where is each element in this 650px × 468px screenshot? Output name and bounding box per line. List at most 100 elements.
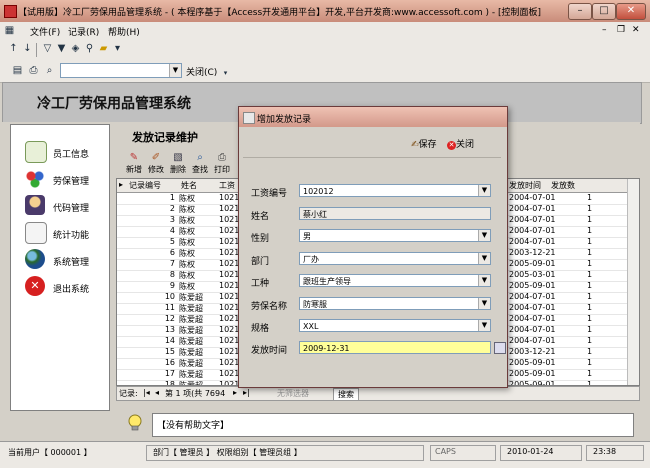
cell-issue-date[interactable]: 2005-09-01 <box>509 281 556 290</box>
record-position[interactable]: 第 1 项(共 7694 <box>165 388 225 399</box>
chevron-down-icon[interactable]: ▼ <box>478 298 490 309</box>
item-name-field[interactable]: 防寒服 ▼ <box>299 297 491 310</box>
filter-icon[interactable]: ▽ <box>42 43 53 55</box>
cell-issue-qty[interactable]: 1 <box>587 237 592 246</box>
cell-record-id[interactable]: 12 <box>129 314 175 323</box>
cell-name[interactable]: 陈权 <box>179 226 195 237</box>
cell-issue-qty[interactable]: 1 <box>587 314 592 323</box>
cell-name[interactable]: 陈权 <box>179 215 195 226</box>
cell-issue-date[interactable]: 2004-07-01 <box>509 193 556 202</box>
cell-record-id[interactable]: 15 <box>129 347 175 356</box>
sidebar-item-statistics[interactable]: 统计功能 <box>11 220 109 246</box>
cell-issue-qty[interactable]: 1 <box>587 270 592 279</box>
cell-record-id[interactable]: 4 <box>129 226 175 235</box>
column-header-wage-code[interactable]: 工资 <box>219 180 235 191</box>
print-button[interactable]: ⎙ 打印 <box>212 152 232 176</box>
gender-field[interactable]: 男 ▼ <box>299 229 491 242</box>
sort-desc-icon[interactable]: ↓ <box>22 43 33 55</box>
cell-record-id[interactable]: 11 <box>129 303 175 312</box>
apply-filter-icon[interactable]: ◈ <box>70 43 81 55</box>
cell-name[interactable]: 陈爱超 <box>179 358 203 369</box>
dialog-save-button[interactable]: ✍保存 <box>411 137 437 150</box>
cell-issue-qty[interactable]: 1 <box>587 281 592 290</box>
open-folder-icon[interactable]: ▰ <box>98 43 109 55</box>
cell-issue-date[interactable]: 2004-07-01 <box>509 336 556 345</box>
cell-name[interactable]: 陈爱超 <box>179 325 203 336</box>
cell-name[interactable]: 陈权 <box>179 248 195 259</box>
chevron-down-icon[interactable]: ▼ <box>478 230 490 241</box>
column-header-name[interactable]: 姓名 <box>181 180 197 191</box>
chevron-down-icon[interactable]: ▼ <box>478 275 490 286</box>
cell-record-id[interactable]: 17 <box>129 369 175 378</box>
cell-name[interactable]: 陈权 <box>179 281 195 292</box>
cell-issue-qty[interactable]: 1 <box>587 292 592 301</box>
calendar-icon[interactable] <box>494 342 506 354</box>
cell-issue-date[interactable]: 2003-12-21 <box>509 248 556 257</box>
window-title-bar[interactable]: 【试用版】冷工厂劳保用品管理系统 - ( 本程序基于【Access开发通用平台】… <box>0 0 650 23</box>
close-window-button[interactable]: ✕ <box>616 3 646 20</box>
cell-issue-date[interactable]: 2004-07-01 <box>509 226 556 235</box>
maximize-button[interactable]: □ <box>592 3 616 20</box>
next-record-icon[interactable]: ▸ <box>233 388 237 397</box>
toolbar-close-button[interactable]: 关闭(C) <box>186 65 217 78</box>
cell-issue-date[interactable]: 2005-09-01 <box>509 369 556 378</box>
sidebar-item-exit[interactable]: ✕ 退出系统 <box>11 274 109 300</box>
cell-issue-date[interactable]: 2005-03-01 <box>509 270 556 279</box>
cell-record-id[interactable]: 3 <box>129 215 175 224</box>
cell-issue-date[interactable]: 2004-07-01 <box>509 292 556 301</box>
cell-record-id[interactable]: 9 <box>129 281 175 290</box>
print-preview-icon[interactable]: ⎙ <box>28 65 39 77</box>
chevron-down-icon[interactable]: ▼ <box>478 320 490 331</box>
cell-name[interactable]: 陈爱超 <box>179 336 203 347</box>
wage-no-field[interactable]: 102012 ▼ <box>299 184 491 197</box>
cell-name[interactable]: 陈爱超 <box>179 347 203 358</box>
cell-record-id[interactable]: 10 <box>129 292 175 301</box>
cell-record-id[interactable]: 5 <box>129 237 175 246</box>
cell-record-id[interactable]: 13 <box>129 325 175 334</box>
cell-issue-qty[interactable]: 1 <box>587 358 592 367</box>
edit-button[interactable]: ✐ 修改 <box>146 152 166 176</box>
cell-record-id[interactable]: 16 <box>129 358 175 367</box>
chevron-down-icon[interactable]: ▼ <box>169 64 181 77</box>
menu-file[interactable]: 文件(F) <box>30 25 60 38</box>
cell-issue-date[interactable]: 2004-07-01 <box>509 204 556 213</box>
cell-issue-date[interactable]: 2004-07-01 <box>509 237 556 246</box>
cell-issue-qty[interactable]: 1 <box>587 204 592 213</box>
prev-record-icon[interactable]: ◂ <box>155 388 159 397</box>
cell-name[interactable]: 陈爱超 <box>179 303 203 314</box>
department-field[interactable]: 厂办 ▼ <box>299 252 491 265</box>
menu-minimize-icon[interactable]: – <box>602 25 607 35</box>
cell-issue-qty[interactable]: 1 <box>587 303 592 312</box>
cell-record-id[interactable]: 6 <box>129 248 175 257</box>
menu-help[interactable]: 帮助(H) <box>108 25 140 38</box>
column-header-record-id[interactable]: 记录编号 <box>129 180 161 191</box>
cell-name[interactable]: 陈爱超 <box>179 314 203 325</box>
page-setup-icon[interactable]: ▤ <box>12 65 23 77</box>
search-icon[interactable]: ⌕ <box>44 65 55 77</box>
cell-record-id[interactable]: 8 <box>129 270 175 279</box>
cell-issue-date[interactable]: 2005-09-01 <box>509 358 556 367</box>
menu-record[interactable]: 记录(R) <box>68 25 99 38</box>
issue-date-field[interactable]: 2009-12-31 <box>299 341 491 354</box>
sort-asc-icon[interactable]: ↑ <box>8 43 19 55</box>
cell-issue-qty[interactable]: 1 <box>587 369 592 378</box>
cell-name[interactable]: 陈爱超 <box>179 292 203 303</box>
first-record-icon[interactable]: |◂ <box>143 388 150 397</box>
toolbar-overflow-icon[interactable]: ▾ <box>220 67 231 79</box>
cell-issue-qty[interactable]: 1 <box>587 259 592 268</box>
cell-name[interactable]: 陈权 <box>179 259 195 270</box>
grid-vertical-scrollbar[interactable] <box>627 179 639 385</box>
menu-restore-icon[interactable]: ❐ <box>617 25 625 35</box>
cell-issue-qty[interactable]: 1 <box>587 226 592 235</box>
find-button[interactable]: ⌕ 查找 <box>190 152 210 176</box>
chevron-down-icon[interactable]: ▼ <box>478 253 490 264</box>
cell-name[interactable]: 陈权 <box>179 193 195 204</box>
filter-form-icon[interactable]: ▼ <box>56 43 67 55</box>
dialog-close-button[interactable]: ✕ 关闭 <box>447 137 474 150</box>
column-header-issue-qty[interactable]: 发放数 <box>551 180 575 191</box>
find-icon[interactable]: ⚲ <box>84 43 95 55</box>
add-button[interactable]: ✎ 新增 <box>124 152 144 176</box>
cell-record-id[interactable]: 14 <box>129 336 175 345</box>
cell-name[interactable]: 陈权 <box>179 237 195 248</box>
column-header-issue-date[interactable]: 发放时间 <box>509 180 541 191</box>
